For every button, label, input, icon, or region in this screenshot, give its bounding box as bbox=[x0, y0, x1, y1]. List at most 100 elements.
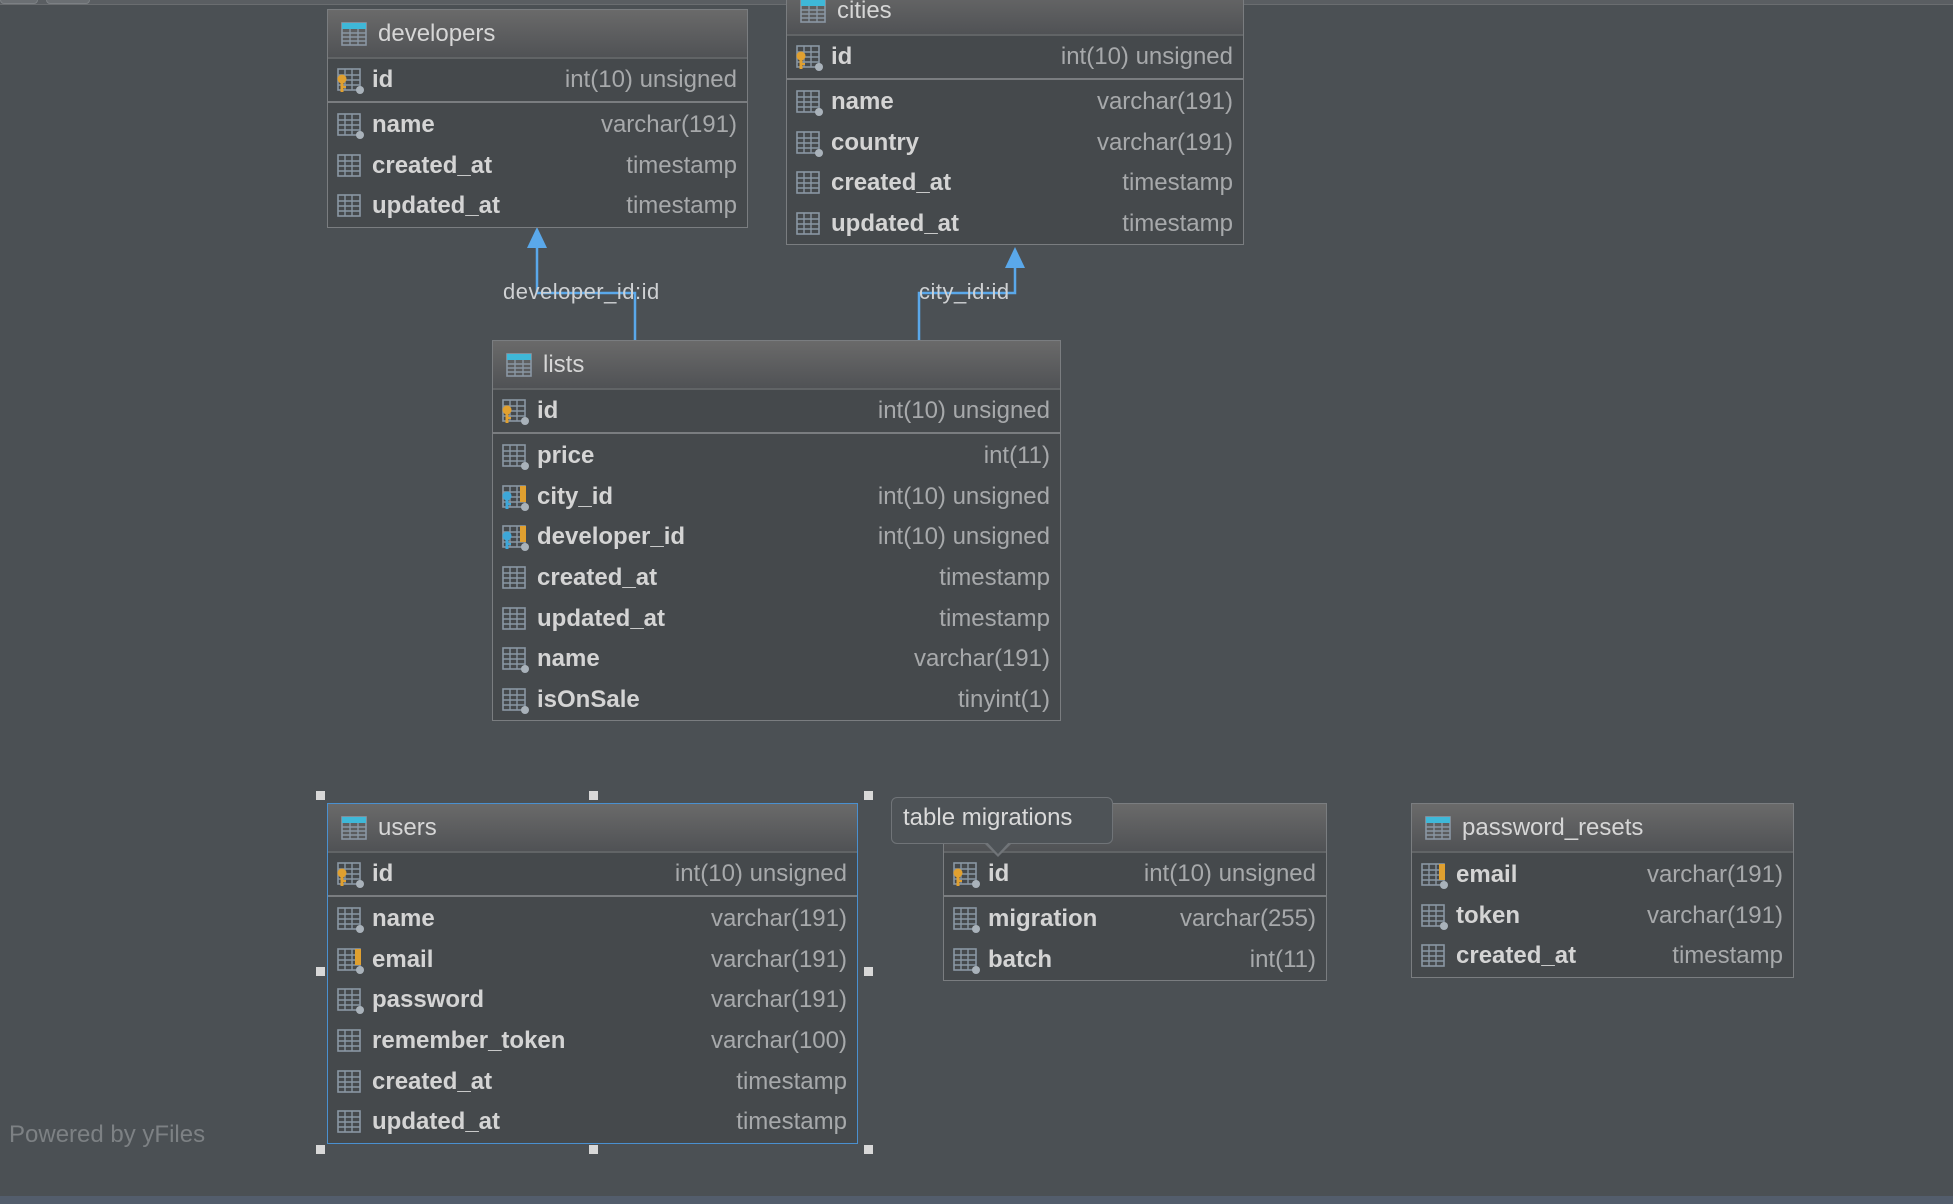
column-type: varchar(100) bbox=[710, 1027, 847, 1055]
column-icon bbox=[795, 169, 825, 197]
foreign-key-column-icon bbox=[501, 523, 531, 552]
primary-key-row[interactable]: id int(10) unsigned bbox=[328, 59, 747, 103]
column-type: varchar(191) bbox=[1646, 861, 1783, 889]
column-icon bbox=[336, 192, 366, 220]
column-row[interactable]: name varchar(191) bbox=[493, 639, 1060, 680]
table-cities[interactable]: cities id int(10) unsigned name varchar(191)… bbox=[786, 0, 1244, 246]
not-null-column-icon bbox=[952, 946, 982, 974]
column-row[interactable]: updated_at timestamp bbox=[493, 598, 1060, 639]
column-name: price bbox=[537, 442, 595, 470]
column-name: developer_id bbox=[537, 523, 686, 551]
column-type: int(11) bbox=[1249, 945, 1316, 973]
resize-handle[interactable] bbox=[316, 791, 325, 800]
column-type: int(11) bbox=[983, 442, 1050, 470]
column-row[interactable]: created_at timestamp bbox=[787, 163, 1243, 204]
column-name: id bbox=[537, 397, 559, 424]
column-type: timestamp bbox=[1122, 210, 1233, 238]
primary-key-row[interactable]: id int(10) unsigned bbox=[944, 853, 1326, 897]
table-developers[interactable]: developers id int(10) unsigned name varchar(… bbox=[327, 9, 748, 228]
column-type: tinyint(1) bbox=[957, 685, 1050, 713]
primary-key-column-icon bbox=[336, 860, 366, 888]
column-name: created_at bbox=[1456, 942, 1577, 970]
table-users[interactable]: users id int(10) unsigned name varchar(191) e… bbox=[327, 803, 858, 1144]
column-name: created_at bbox=[537, 564, 658, 592]
column-row[interactable]: created_at timestamp bbox=[1412, 936, 1793, 977]
resize-handle[interactable] bbox=[589, 1145, 598, 1154]
column-name: email bbox=[372, 945, 434, 973]
resize-handle[interactable] bbox=[864, 967, 873, 976]
table-header[interactable]: developers bbox=[328, 10, 747, 59]
powered-by-label: Powered by yFiles bbox=[9, 1121, 206, 1148]
column-row[interactable]: name varchar(191) bbox=[787, 82, 1243, 123]
not-null-column-icon bbox=[952, 905, 982, 934]
resize-handle[interactable] bbox=[316, 1145, 325, 1154]
column-row[interactable]: developer_id int(10) unsigned bbox=[493, 517, 1060, 558]
primary-key-column-icon bbox=[501, 397, 531, 425]
foreign-key-column-icon bbox=[501, 483, 531, 511]
table-lists[interactable]: lists id int(10) unsigned price int(11) city_… bbox=[492, 340, 1061, 722]
column-type: timestamp bbox=[736, 1108, 847, 1136]
column-icon bbox=[336, 1068, 366, 1096]
primary-key-row[interactable]: id int(10) unsigned bbox=[328, 853, 857, 897]
column-type: varchar(191) bbox=[1096, 128, 1233, 156]
primary-key-row[interactable]: id int(10) unsigned bbox=[493, 390, 1060, 434]
table-icon bbox=[1424, 814, 1454, 842]
column-row[interactable]: remember_token varchar(100) bbox=[328, 1021, 857, 1062]
column-icon bbox=[1420, 942, 1450, 970]
resize-handle[interactable] bbox=[864, 791, 873, 800]
column-row[interactable]: created_at timestamp bbox=[493, 558, 1060, 599]
primary-key-row[interactable]: id int(10) unsigned bbox=[787, 36, 1243, 80]
column-row[interactable]: isOnSale tinyint(1) bbox=[493, 680, 1060, 721]
column-type: varchar(191) bbox=[1646, 901, 1783, 929]
table-header[interactable]: lists bbox=[493, 341, 1060, 390]
column-list: name varchar(191) country varchar(191) creat… bbox=[787, 80, 1243, 244]
bottom-status-edge bbox=[0, 1196, 1953, 1204]
column-row[interactable]: created_at timestamp bbox=[328, 1061, 857, 1102]
table-icon bbox=[340, 20, 370, 48]
resize-handle[interactable] bbox=[316, 967, 325, 976]
column-row[interactable]: updated_at timestamp bbox=[328, 186, 747, 227]
column-row[interactable]: email varchar(191) bbox=[328, 940, 857, 981]
table-title: developers bbox=[378, 19, 496, 47]
resize-handle[interactable] bbox=[864, 1145, 873, 1154]
column-row[interactable]: name varchar(191) bbox=[328, 105, 747, 146]
column-row[interactable]: price int(11) bbox=[493, 436, 1060, 477]
column-type: timestamp bbox=[939, 564, 1050, 592]
column-row[interactable]: name varchar(191) bbox=[328, 899, 857, 940]
not-null-column-icon bbox=[336, 905, 366, 934]
not-null-column-icon bbox=[795, 88, 825, 117]
column-type: varchar(191) bbox=[1096, 88, 1233, 116]
column-row[interactable]: password varchar(191) bbox=[328, 980, 857, 1021]
primary-key-column-icon bbox=[952, 860, 982, 888]
column-row[interactable]: city_id int(10) unsigned bbox=[493, 477, 1060, 518]
column-row[interactable]: batch int(11) bbox=[944, 940, 1326, 981]
resize-handle[interactable] bbox=[589, 791, 598, 800]
relation-label[interactable]: city_id:id bbox=[919, 279, 1010, 305]
column-type: varchar(255) bbox=[1179, 905, 1316, 933]
not-null-column-icon bbox=[501, 645, 531, 674]
column-list: migration varchar(255) batch int(11) bbox=[944, 897, 1326, 980]
relation-label[interactable]: developer_id:id bbox=[503, 279, 660, 305]
column-row[interactable]: token varchar(191) bbox=[1412, 896, 1793, 937]
column-name: name bbox=[831, 88, 894, 116]
column-type: varchar(191) bbox=[600, 111, 737, 139]
table-header[interactable]: password_resets bbox=[1412, 804, 1793, 853]
column-row[interactable]: updated_at timestamp bbox=[328, 1102, 857, 1143]
column-row[interactable]: country varchar(191) bbox=[787, 123, 1243, 164]
column-name: batch bbox=[988, 945, 1053, 973]
column-row[interactable]: updated_at timestamp bbox=[787, 204, 1243, 245]
column-list: price int(11) city_id int(10) unsigned devel… bbox=[493, 434, 1060, 720]
column-row[interactable]: created_at timestamp bbox=[328, 146, 747, 187]
primary-key-column-icon bbox=[336, 66, 366, 94]
table-header[interactable]: users bbox=[328, 804, 857, 853]
column-name: id bbox=[988, 860, 1010, 887]
column-row[interactable]: email varchar(191) bbox=[1412, 855, 1793, 896]
column-name: updated_at bbox=[537, 604, 666, 632]
table-header[interactable]: cities bbox=[787, 0, 1243, 36]
table-password-resets[interactable]: password_resets email varchar(191) token var… bbox=[1411, 803, 1794, 978]
column-type: varchar(191) bbox=[710, 905, 847, 933]
column-name: email bbox=[1456, 861, 1518, 889]
column-row[interactable]: migration varchar(255) bbox=[944, 899, 1326, 940]
primary-key-column-icon bbox=[795, 43, 825, 71]
not-null-column-icon bbox=[795, 129, 825, 157]
